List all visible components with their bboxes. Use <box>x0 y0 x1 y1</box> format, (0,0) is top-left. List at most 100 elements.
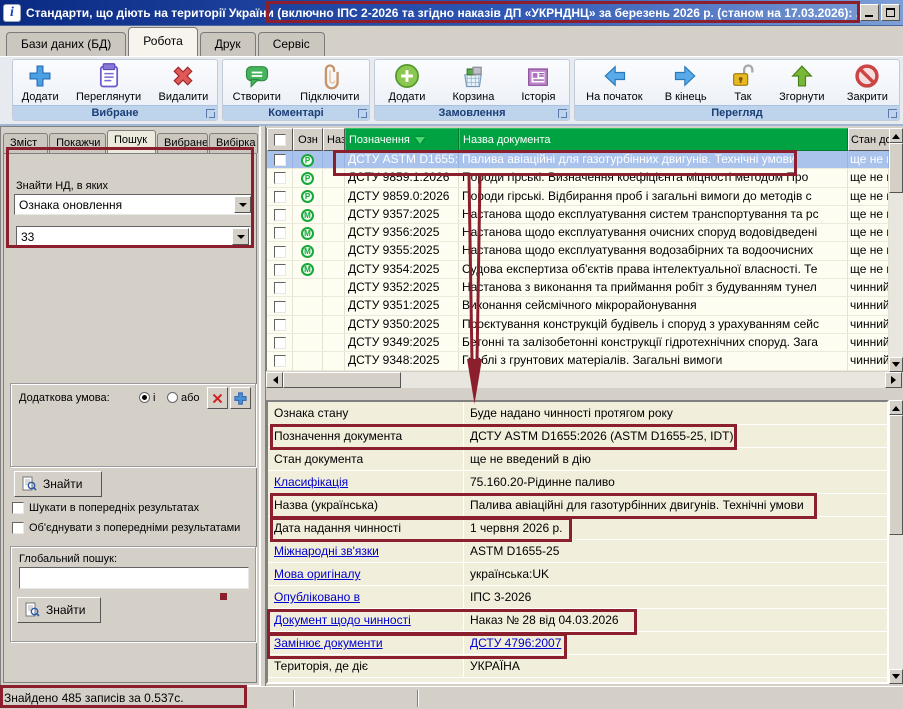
orders-add-button[interactable]: Додати <box>385 61 430 104</box>
row-checkbox[interactable] <box>274 227 286 239</box>
sidebar-tab-indexes[interactable]: Покажчи <box>49 133 106 153</box>
find-button[interactable]: Знайти <box>14 471 102 497</box>
header-ozn[interactable]: Озн <box>293 128 323 151</box>
table-row[interactable]: M ДСТУ 9357:2025 Настанова щодо експлуат… <box>267 206 889 224</box>
select-all-checkbox[interactable] <box>274 134 286 146</box>
status-bar: Знайдено 485 записів за 0.537с. <box>0 686 903 709</box>
tab-service[interactable]: Сервіс <box>258 32 325 56</box>
comments-attach-button[interactable]: Підключити <box>296 61 363 104</box>
sidebar-tab-search[interactable]: Пошук <box>107 130 156 153</box>
table-row-selected[interactable]: P ДСТУ ASTM D1655:2026 ( Палива авіаційн… <box>267 151 889 169</box>
dialog-launcher-icon[interactable] <box>888 109 897 118</box>
row-checkbox[interactable] <box>274 154 286 166</box>
tab-print[interactable]: Друк <box>200 32 256 56</box>
radio-and[interactable]: і <box>139 392 155 404</box>
radio-or[interactable]: або <box>167 392 200 404</box>
view-go-end-button[interactable]: В кінець <box>661 61 711 104</box>
table-row[interactable]: M ДСТУ 9355:2025 Настанова щодо експлуат… <box>267 242 889 260</box>
detail-label-link[interactable]: Мова оригіналу <box>268 563 464 585</box>
table-vscroll-up-button[interactable] <box>889 128 903 143</box>
detail-label-link[interactable]: Міжнародні зв'язки <box>268 540 464 562</box>
search-value-dropdown[interactable]: 33 <box>16 226 251 247</box>
row-checkbox[interactable] <box>274 319 286 331</box>
header-name[interactable]: Назва документа <box>459 128 848 151</box>
dialog-launcher-icon[interactable] <box>206 109 215 118</box>
ribbon-button-label: Додати <box>389 91 426 103</box>
table-row[interactable]: ДСТУ 9350:2025 Проєктування конструкцій … <box>267 316 889 334</box>
detail-value: ДСТУ ASTM D1655:2026 (ASTM D1655-25, IDT… <box>464 429 887 443</box>
table-row[interactable]: P ДСТУ 9859.1:2026 Породи гірські. Визна… <box>267 169 889 187</box>
comments-create-button[interactable]: Створити <box>229 61 285 104</box>
dialog-launcher-icon[interactable] <box>358 109 367 118</box>
orders-basket-button[interactable]: Корзина <box>448 61 498 104</box>
doc-code: ДСТУ 9859.0:2026 <box>345 188 459 205</box>
row-checkbox[interactable] <box>274 209 286 221</box>
dropdown-value: Ознака оновлення <box>15 198 233 212</box>
view-close-button[interactable]: Закрити <box>843 61 892 104</box>
sidebar-tab-content[interactable]: Зміст <box>3 133 48 153</box>
table-row[interactable]: ДСТУ 9349:2025 Бетонні та залізобетонні … <box>267 334 889 352</box>
search-in-previous-checkbox[interactable]: Шукати в попередніх результатах <box>12 502 266 514</box>
view-go-start-button[interactable]: На початок <box>582 61 646 104</box>
view-collapse-button[interactable]: Згорнути <box>775 61 828 104</box>
global-search-input[interactable] <box>19 567 249 589</box>
row-checkbox[interactable] <box>274 246 286 258</box>
table-hscroll-right-button[interactable] <box>885 372 902 388</box>
favorites-add-button[interactable]: Додати <box>18 61 63 104</box>
search-field-dropdown[interactable]: Ознака оновлення <box>14 194 253 215</box>
sidebar-tab-selection[interactable]: Вибірка <box>209 133 258 153</box>
row-checkbox[interactable] <box>274 301 286 313</box>
details-vscroll-down-button[interactable] <box>889 669 903 684</box>
select-all-header[interactable] <box>267 128 293 151</box>
ribbon-button-label: Додати <box>22 91 59 103</box>
basket-icon <box>459 62 487 90</box>
row-checkbox[interactable] <box>274 337 286 349</box>
table-vscroll-down-button[interactable] <box>889 357 903 372</box>
header-naz[interactable]: Наз <box>323 128 345 151</box>
table-row[interactable]: ДСТУ 9348:2025 Греблі з грунтових матері… <box>267 352 889 370</box>
minimize-button[interactable] <box>860 4 879 21</box>
row-checkbox[interactable] <box>274 355 286 367</box>
merge-with-previous-checkbox[interactable]: Об'єднувати з попередніми результатами <box>12 522 266 534</box>
row-checkbox[interactable] <box>274 282 286 294</box>
table-row[interactable]: P ДСТУ 9859.0:2026 Породи гірські. Відби… <box>267 188 889 206</box>
tab-work[interactable]: Робота <box>128 27 197 56</box>
add-condition-button[interactable] <box>230 387 251 409</box>
detail-label-link[interactable]: Документ щодо чинності <box>268 609 464 631</box>
row-checkbox[interactable] <box>274 172 286 184</box>
search-group-label: Знайти НД, в яких <box>16 180 108 192</box>
detail-label-link[interactable]: Класифікація <box>268 471 464 493</box>
table-row[interactable]: M ДСТУ 9356:2025 Настанова щодо експлуат… <box>267 224 889 242</box>
details-vscroll-up-button[interactable] <box>889 400 903 415</box>
dialog-launcher-icon[interactable] <box>558 109 567 118</box>
details-vscroll-thumb[interactable] <box>889 415 903 535</box>
table-vscroll-thumb[interactable] <box>889 143 903 193</box>
maximize-button[interactable] <box>881 4 900 21</box>
header-status[interactable]: Стан док <box>848 128 889 151</box>
doc-name: Настанова з виконання та приймання робіт… <box>459 279 848 296</box>
doc-code: ДСТУ 9355:2025 <box>345 242 459 259</box>
view-yes-button[interactable]: Так <box>725 61 761 104</box>
global-find-button[interactable]: Знайти <box>17 597 101 623</box>
row-checkbox[interactable] <box>274 264 286 276</box>
table-hscroll-left-button[interactable] <box>266 372 283 388</box>
remove-condition-button[interactable] <box>207 387 228 409</box>
tab-databases[interactable]: Бази даних (БД) <box>6 32 126 56</box>
sidebar-tab-favorites[interactable]: Вибране <box>157 133 208 153</box>
table-row[interactable]: M ДСТУ 9354:2025 Судова експертиза об'єк… <box>267 261 889 279</box>
orders-history-button[interactable]: Історія <box>517 61 559 104</box>
table-row[interactable]: ДСТУ 9351:2025 Виконання сейсмічного мік… <box>267 297 889 315</box>
favorites-view-button[interactable]: Переглянути <box>72 61 145 104</box>
detail-label-link[interactable]: Опубліковано в <box>268 586 464 608</box>
doc-name: Настанова щодо експлуатування очисних сп… <box>459 224 848 241</box>
row-checkbox[interactable] <box>274 191 286 203</box>
table-hscroll-thumb[interactable] <box>283 372 401 388</box>
ribbon-button-label: Закрити <box>847 91 888 103</box>
table-row[interactable]: ДСТУ 9352:2025 Настанова з виконання та … <box>267 279 889 297</box>
chevron-down-icon[interactable] <box>234 196 251 213</box>
header-designation[interactable]: Позначення <box>345 128 459 151</box>
chevron-down-icon[interactable] <box>232 228 249 245</box>
favorites-delete-button[interactable]: Видалити <box>155 61 213 104</box>
detail-value-link[interactable]: ДСТУ 4796:2007 <box>464 636 887 650</box>
detail-label-link[interactable]: Замінює документи <box>268 632 464 654</box>
